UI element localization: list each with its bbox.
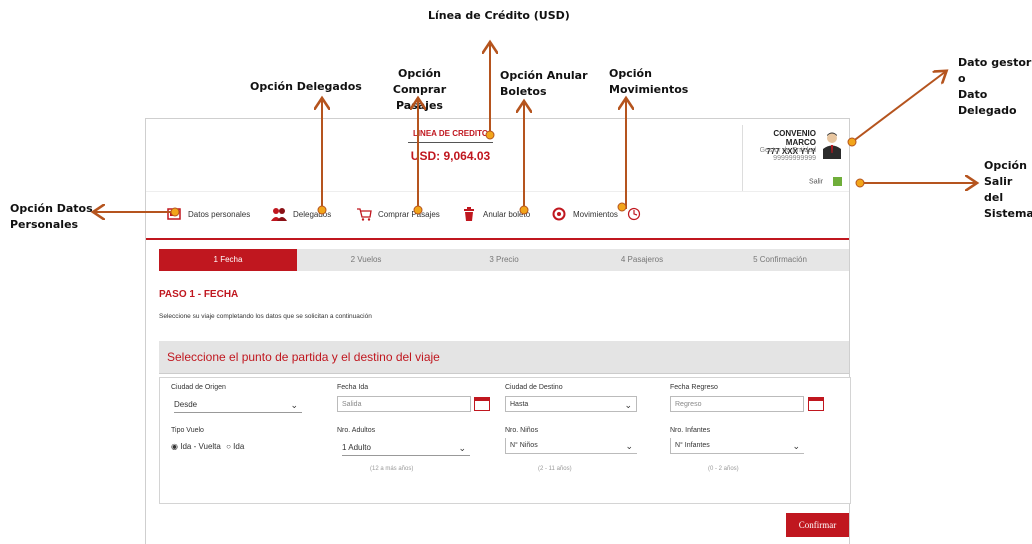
step-confirmation[interactable]: 5 Confirmación <box>711 249 849 271</box>
nav-personal-data[interactable]: Datos personales <box>166 204 250 224</box>
trash-icon <box>461 206 477 222</box>
page-title: PASO 1 - FECHA <box>159 289 239 300</box>
callout-movements: Opción Movimientos <box>609 67 689 96</box>
callout-logout: Opción Salir del Sistema <box>984 159 1032 220</box>
credit-line-value: USD: 9,064.03 <box>410 149 491 163</box>
chevron-down-icon: ⌄ <box>458 443 466 453</box>
children-hint: (2 - 11 años) <box>538 466 572 472</box>
header: LINEA DE CREDITO USD: 9,064.03 CONVENIO … <box>146 119 849 192</box>
nav-cancel-label: Anular boleto <box>483 209 531 219</box>
chevron-down-icon: ⌄ <box>624 400 632 410</box>
nav-movements-label: Movimientos <box>573 209 618 219</box>
chevron-down-icon: ⌄ <box>625 441 633 451</box>
confirm-button[interactable]: Confirmar <box>786 513 849 537</box>
nav-delegates-label: Delegados <box>293 209 332 219</box>
step-passengers[interactable]: 4 Pasajeros <box>573 249 711 271</box>
origin-label: Ciudad de Origen <box>171 384 226 391</box>
callout-cancel-tickets: Opción Anular Boletos <box>500 69 588 98</box>
date-back-placeholder: Regreso <box>675 401 702 408</box>
credit-line-box: LINEA DE CREDITO USD: 9,064.03 <box>408 129 493 163</box>
clock-icon <box>626 206 642 222</box>
nav-delegates[interactable]: Delegados <box>271 204 331 224</box>
app-window: LINEA DE CREDITO USD: 9,064.03 CONVENIO … <box>145 118 851 544</box>
arrow-manager-data <box>851 72 945 143</box>
wizard-steps: 1 Fecha 2 Vuelos 3 Precio 4 Pasajeros 5 … <box>159 249 849 271</box>
infants-label: Nro. Infantes <box>670 427 711 434</box>
origin-select[interactable]: Desde ⌄ <box>174 397 302 413</box>
callout-delegates: Opción Delegados <box>250 80 362 93</box>
roundtrip-radio[interactable]: ◉ <box>171 442 178 451</box>
people-icon <box>271 206 287 222</box>
user-role: Gestor de Entidad <box>759 147 816 154</box>
chevron-down-icon: ⌄ <box>792 441 800 451</box>
date-out-placeholder: Salida <box>342 401 362 408</box>
callout-personal-data: Opción Datos Personales <box>10 202 93 231</box>
section-title: Seleccione el punto de partida y el dest… <box>167 350 440 364</box>
adults-hint: (12 a más años) <box>370 466 414 472</box>
children-value: N° Niños <box>510 442 538 449</box>
user-name: CONVENIO MARCO <box>773 129 816 147</box>
children-label: Nro. Niños <box>505 427 539 434</box>
roundtrip-label: Ida - Vuelta <box>180 442 221 451</box>
main-nav: Datos personales Delegados Comprar Pasaj… <box>146 191 849 240</box>
children-select[interactable]: N° Niños ⌄ <box>505 438 637 454</box>
adults-label: Nro. Adultos <box>337 427 376 434</box>
callout-buy-tickets: Opción Comprar Pasajes <box>392 67 447 112</box>
page-description: Seleccione su viaje completando los dato… <box>159 313 372 320</box>
user-panel: CONVENIO MARCO 777 XXX YYY Gestor de Ent… <box>742 125 848 192</box>
calendar-icon[interactable] <box>474 397 490 411</box>
step-price[interactable]: 3 Precio <box>435 249 573 271</box>
nav-buy-label: Comprar Pasajes <box>378 209 440 219</box>
nav-movements[interactable]: Movimientos <box>551 204 648 224</box>
flight-type-radios: ◉ Ida - Vuelta ○ Ida <box>171 442 244 451</box>
user-role-block: Gestor de Entidad 99999999999 <box>760 147 816 163</box>
personal-card-icon <box>166 206 182 222</box>
section-header: Seleccione el punto de partida y el dest… <box>159 341 849 374</box>
callout-manager-data: Dato gestor o Dato Delegado <box>958 56 1032 117</box>
avatar-icon <box>823 132 841 159</box>
nav-buy-tickets[interactable]: Comprar Pasajes <box>356 204 440 224</box>
infants-value: N° Infantes <box>675 442 710 449</box>
callout-credit-line: Línea de Crédito (USD) <box>428 9 570 22</box>
dest-select[interactable]: Hasta ⌄ <box>505 396 637 412</box>
cart-icon <box>356 206 372 222</box>
chevron-down-icon: ⌄ <box>290 400 298 410</box>
oneway-label: Ida <box>233 442 245 451</box>
nav-cancel-ticket[interactable]: Anular boleto <box>461 204 530 224</box>
dot-logout <box>855 178 865 188</box>
dest-value: Hasta <box>510 401 529 408</box>
step-flights[interactable]: 2 Vuelos <box>297 249 435 271</box>
origin-value: Desde <box>174 400 198 409</box>
logout-label: Salir <box>809 178 824 186</box>
calendar-icon[interactable] <box>808 397 824 411</box>
date-out-input[interactable]: Salida <box>337 396 471 412</box>
nav-personal-label: Datos personales <box>188 209 251 219</box>
step-date[interactable]: 1 Fecha <box>159 249 297 271</box>
user-code: 99999999999 <box>773 155 816 162</box>
dest-label: Ciudad de Destino <box>505 384 563 391</box>
refresh-icon <box>551 206 567 222</box>
infants-hint: (0 - 2 años) <box>708 466 739 472</box>
flight-type-label: Tipo Vuelo <box>171 427 204 434</box>
adults-select[interactable]: 1 Adulto ⌄ <box>342 440 470 456</box>
oneway-radio[interactable]: ○ <box>226 442 231 451</box>
credit-line-label: LINEA DE CREDITO <box>408 129 493 143</box>
date-out-label: Fecha Ida <box>337 384 369 391</box>
logout-icon <box>833 177 842 186</box>
date-back-input[interactable]: Regreso <box>670 396 804 412</box>
search-form: Ciudad de Origen Desde ⌄ Fecha Ida Salid… <box>159 377 851 504</box>
infants-select[interactable]: N° Infantes ⌄ <box>670 438 804 454</box>
date-back-label: Fecha Regreso <box>670 384 718 391</box>
adults-value: 1 Adulto <box>342 443 371 452</box>
logout-button[interactable]: Salir <box>809 177 842 186</box>
